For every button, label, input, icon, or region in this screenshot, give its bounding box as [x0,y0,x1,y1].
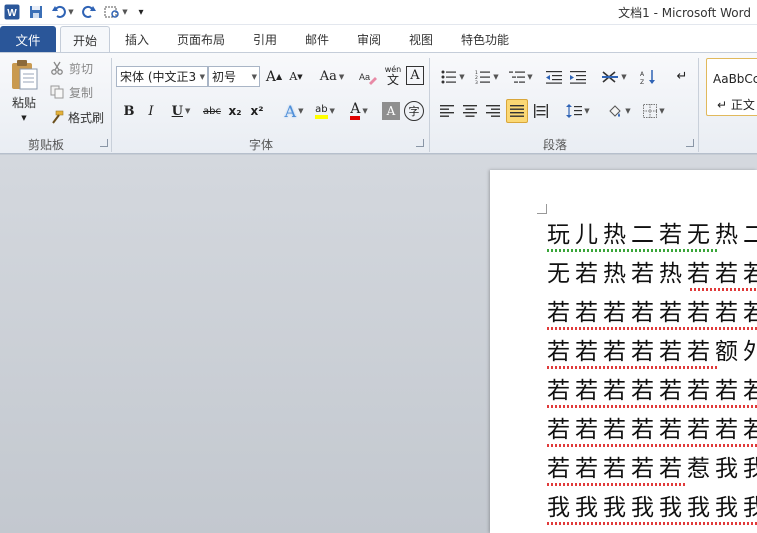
bullets-icon[interactable]: ▼ [438,66,468,87]
svg-text:3: 3 [475,80,478,84]
undo-icon[interactable]: ▼ [50,3,76,21]
document-line: 若若若若若若若若 [547,417,757,443]
spelling-underline [547,444,757,447]
document-line: 无若热若热若若若 [547,261,757,287]
borders-icon[interactable]: ▼ [640,101,668,121]
title-bar: W ▼ ▼ ▾ 文档1 - Microsoft Word [0,0,757,25]
document-line: 玩儿热二若无热二 [547,222,757,248]
word-app-icon[interactable]: W [3,3,21,21]
clipboard-launcher-icon[interactable] [100,139,108,147]
paste-icon[interactable] [8,58,40,92]
cut-icon[interactable] [48,60,66,76]
copy-icon[interactable] [48,84,66,100]
svg-text:A: A [640,71,645,78]
text-effects-button[interactable]: A ▼ [280,101,308,121]
document-line: 若若若若若若若若 [547,300,757,326]
spelling-underline [547,405,757,408]
format-painter-icon[interactable] [48,109,66,125]
format-painter-button[interactable]: 格式刷 [66,109,106,125]
spelling-underline [547,522,757,525]
increase-indent-icon[interactable] [568,66,588,87]
tab-special-features[interactable]: 特色功能 [454,26,516,52]
font-launcher-icon[interactable] [416,139,424,147]
copy-button[interactable]: 复制 [66,84,96,100]
tab-insert[interactable]: 插入 [116,26,158,52]
tab-file[interactable]: 文件 [0,26,56,52]
spelling-underline [547,327,757,330]
phonetic-guide-button[interactable]: wén 文 [382,64,404,88]
enclose-characters-button[interactable]: 字 [404,101,424,121]
document-line: 若若若若若惹我我 [547,456,757,482]
sort-icon[interactable]: AZ [638,66,658,87]
font-size-select[interactable]: 初号 ▼ [208,66,260,87]
character-border-button[interactable]: A [406,66,424,85]
paragraph-launcher-icon[interactable] [686,139,694,147]
decrease-indent-icon[interactable] [544,66,564,87]
tab-page-layout[interactable]: 页面布局 [170,26,232,52]
grammar-underline [547,249,717,252]
window-title: 文档1 - Microsoft Word [618,6,751,20]
tab-view[interactable]: 视图 [400,26,442,52]
shading-icon[interactable]: ▼ [604,101,634,121]
multilevel-list-icon[interactable]: ▼ [506,66,536,87]
cut-button[interactable]: 剪切 [66,60,96,76]
font-name-select[interactable]: 宋体 (中文正3 ▼ [116,66,208,87]
align-center-icon[interactable] [461,101,479,121]
font-color-button[interactable]: A ▼ [344,101,374,121]
tab-home[interactable]: 开始 [60,26,110,53]
italic-button[interactable]: I [142,101,160,121]
svg-text:W: W [7,8,17,19]
save-icon[interactable] [27,3,45,21]
bold-button[interactable]: B [120,101,138,121]
character-shading-button[interactable]: A [382,102,400,120]
subscript-button[interactable]: x₂ [226,101,244,121]
spelling-underline [547,483,687,486]
group-divider [698,58,699,152]
align-left-icon[interactable] [438,101,456,121]
numbering-icon[interactable]: 1 2 3 ▼ [472,66,502,87]
highlight-button[interactable]: ab ▼ [310,101,340,121]
document-page[interactable]: 玩儿热二若无热二 无若热若热若若若 若若若若若若若若 若若若若若若额外 若若若若… [490,170,757,533]
paragraph-group-label: 段落 [543,138,568,152]
redo-icon[interactable] [80,3,98,21]
change-case-button[interactable]: Aa ▼ [318,66,346,87]
strikethrough-button[interactable]: abc [200,101,224,121]
chinese-layout-icon[interactable]: ▼ [598,66,630,87]
spelling-underline [547,366,719,369]
margin-corner-mark [537,204,547,214]
group-divider [429,58,430,152]
tab-mailings[interactable]: 邮件 [296,26,338,52]
underline-button[interactable]: U ▼ [166,101,196,121]
style-sample: AaBbCcDc [713,72,757,86]
shrink-font-button[interactable]: A ▼ [286,66,306,87]
print-preview-icon[interactable]: ▼ [103,3,129,21]
tab-references[interactable]: 引用 [244,26,286,52]
distributed-icon[interactable] [532,101,550,121]
clear-formatting-icon[interactable]: Aa [358,66,378,87]
group-divider [111,58,112,152]
show-marks-icon[interactable]: ↵ [674,66,690,87]
customize-qa-icon[interactable]: ▾ [134,3,148,21]
document-line: 我我我我我我我我 [547,495,757,521]
line-spacing-icon[interactable]: ▼ [564,101,592,121]
grow-font-button[interactable]: A ▲ [264,66,284,87]
tab-review[interactable]: 审阅 [348,26,390,52]
superscript-button[interactable]: x² [248,101,266,121]
paste-dropdown-icon[interactable]: ▼ [8,112,40,124]
document-line: 若若若若若若若若 [547,378,757,404]
spelling-underline [690,288,757,291]
svg-text:Aa: Aa [359,72,370,82]
paste-button[interactable]: 粘贴 [8,94,40,110]
style-normal[interactable]: AaBbCcDc ↵ 正文 [706,58,757,116]
clipboard-group-label: 剪贴板 [28,138,65,152]
document-line: 若若若若若若额外 [547,339,757,365]
svg-text:Z: Z [640,79,644,85]
align-right-icon[interactable] [484,101,502,121]
style-name: ↵ 正文 [717,98,755,112]
justify-icon[interactable] [506,99,528,123]
font-group-label: 字体 [249,138,274,152]
